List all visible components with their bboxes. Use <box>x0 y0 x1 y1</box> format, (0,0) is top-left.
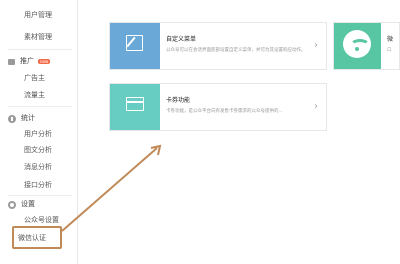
wifi-icon <box>343 30 371 58</box>
sidebar-item-user-management[interactable]: 用户管理 <box>24 11 52 20</box>
card-thumbnail <box>110 23 160 69</box>
speaker-icon <box>8 58 15 65</box>
sidebar-section-promote: 推广 new <box>8 57 51 66</box>
card-description: 口 <box>387 48 392 53</box>
card-thumbnail <box>110 84 160 130</box>
feature-card-wifi[interactable]: 微 口 <box>333 22 400 70</box>
sidebar-section-stats: 统计 <box>8 114 35 123</box>
feature-card-coupons[interactable]: 卡券功能 卡券功能，是公众平台向有发售卡券需求的公众号提供的... › <box>109 83 327 131</box>
sidebar-item-advertiser[interactable]: 广告主 <box>24 74 45 83</box>
sidebar: 用户管理 素材管理 推广 new 广告主 流量主 统计 用户分析 图文分析 消息… <box>0 0 78 264</box>
sidebar-divider <box>8 106 72 107</box>
chevron-right-icon[interactable]: › <box>314 40 318 52</box>
chevron-right-icon[interactable]: › <box>314 101 318 113</box>
gear-icon <box>8 200 16 209</box>
new-badge: new <box>38 59 51 64</box>
sidebar-item-account-settings[interactable]: 公众号设置 <box>24 216 59 225</box>
sidebar-section-label: 推广 <box>20 57 34 65</box>
feature-card-custom-menu[interactable]: 自定义菜单 公众号可以在会话界面底部设置自定义菜单，并可为其设置响应动作。 › <box>109 22 327 70</box>
sidebar-item-material-management[interactable]: 素材管理 <box>24 33 52 42</box>
card-title: 卡券功能 <box>166 97 191 104</box>
highlight-box <box>12 226 62 249</box>
card-description: 卡券功能，是公众平台向有发售卡券需求的公众号提供的... <box>166 109 283 114</box>
chart-icon <box>8 114 16 123</box>
sidebar-divider <box>8 195 72 196</box>
sidebar-item-user-analysis[interactable]: 用户分析 <box>24 130 52 139</box>
sidebar-item-api-analysis[interactable]: 接口分析 <box>24 181 52 190</box>
sidebar-item-publisher[interactable]: 流量主 <box>24 91 45 100</box>
sidebar-section-label: 统计 <box>21 114 35 122</box>
sidebar-divider <box>8 49 72 50</box>
sidebar-item-article-analysis[interactable]: 图文分析 <box>24 146 52 155</box>
card-title: 自定义菜单 <box>166 36 197 43</box>
card-icon <box>126 97 144 111</box>
arrow-head <box>150 144 162 156</box>
sidebar-item-message-analysis[interactable]: 消息分析 <box>24 163 52 172</box>
sidebar-section-label: 设置 <box>21 200 35 208</box>
card-description: 公众号可以在会话界面底部设置自定义菜单，并可为其设置响应动作。 <box>166 48 306 53</box>
card-thumbnail <box>334 23 381 69</box>
card-title: 微 <box>387 36 394 43</box>
sidebar-section-settings: 设置 <box>8 200 35 209</box>
